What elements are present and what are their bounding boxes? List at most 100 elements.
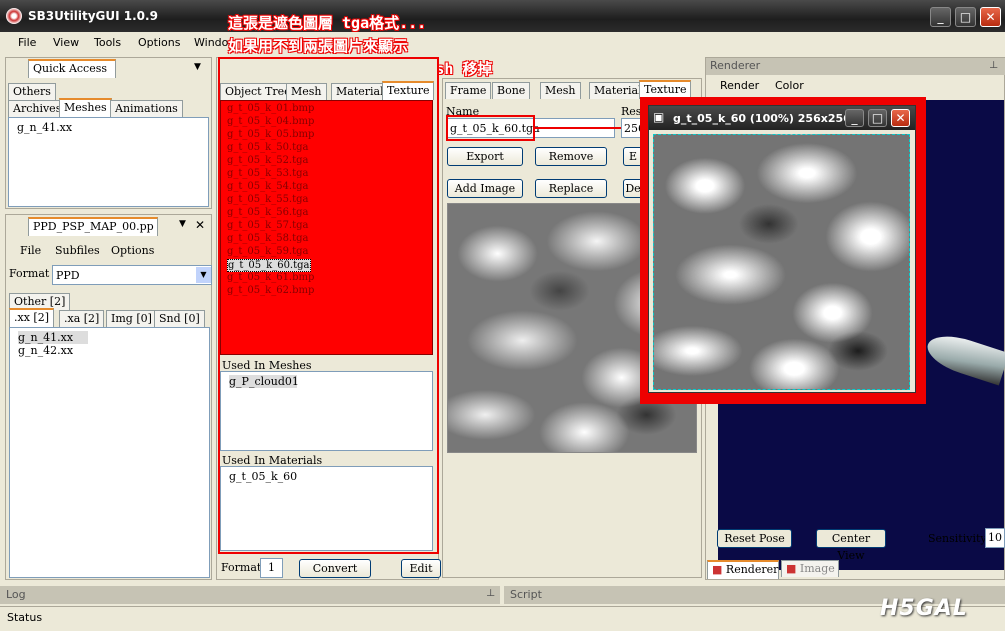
tab-material[interactable]: Material xyxy=(331,83,389,100)
status-bar: Status xyxy=(0,606,1005,631)
used-in-materials-list: g_t_05_k_60 xyxy=(220,466,433,551)
add-image-button[interactable]: Add Image xyxy=(447,179,523,198)
log-panel-title: Log xyxy=(0,586,500,604)
window-title: SB3UtilityGUI 1.0.9 xyxy=(28,9,158,23)
pp-menu-subfiles[interactable]: Subfiles xyxy=(55,244,100,257)
texture-list-item[interactable]: g_t_05_k_59.tga xyxy=(227,246,309,257)
menu-view[interactable]: View xyxy=(53,36,79,49)
texture-list-item[interactable]: g_t_05_k_58.tga xyxy=(227,233,309,244)
tab-material[interactable]: Material xyxy=(589,82,647,99)
texture-list-item[interactable]: g_t_05_k_60.tga xyxy=(227,259,311,272)
highlight-box xyxy=(446,115,535,141)
tab-mesh[interactable]: Mesh xyxy=(540,82,581,99)
tab-archives[interactable]: Archives xyxy=(8,100,67,117)
format-value: PPD xyxy=(56,269,80,282)
xx-file-list: g_n_41.xx g_n_42.xx xyxy=(9,327,210,578)
menu-window[interactable]: Windo xyxy=(194,36,228,49)
center-view-button[interactable]: Center View xyxy=(816,529,886,562)
list-item[interactable]: g_n_41.xx xyxy=(17,121,72,134)
watermark-logo: H5GAL xyxy=(880,596,968,621)
dropdown-icon[interactable]: ▼ xyxy=(179,219,186,229)
renderer-menu-render[interactable]: Render xyxy=(720,79,759,92)
texture-list-item[interactable]: g_t_05_k_54.tga xyxy=(227,181,309,192)
sensitivity-field[interactable]: 10 xyxy=(985,528,1005,548)
menu-bar: File View Tools Options Windo xyxy=(0,32,1005,54)
texture-list-item[interactable]: g_t_05_k_52.tga xyxy=(227,155,309,166)
image-tab-icon: ■ xyxy=(786,562,797,575)
tab-img[interactable]: Img [0] xyxy=(106,310,157,327)
editor-panel: Object Tree Mesh Material Texture g_t_05… xyxy=(216,57,441,580)
annotation-line-2: 如果用不到兩張圖片來顯示 xyxy=(228,37,409,55)
texture-list-item[interactable]: g_t_05_k_50.tga xyxy=(227,142,309,153)
tab-mesh[interactable]: Mesh xyxy=(286,83,327,100)
quick-access-tab[interactable]: Quick Access xyxy=(28,59,116,78)
tab-renderer-label: Renderer xyxy=(725,563,779,576)
list-item[interactable]: g_n_42.xx xyxy=(18,344,73,357)
meshes-list: g_n_41.xx xyxy=(8,117,209,207)
list-item[interactable]: g_t_05_k_60 xyxy=(229,470,297,483)
list-item[interactable]: g_P_cloud01 xyxy=(229,375,299,388)
texture-list-item[interactable]: g_t_05_k_56.tga xyxy=(227,207,309,218)
tab-snd[interactable]: Snd [0] xyxy=(154,310,205,327)
convert-format-field[interactable]: 1 xyxy=(260,558,283,578)
format-select[interactable]: PPD ▼ xyxy=(52,265,212,285)
dropdown-icon[interactable]: ▼ xyxy=(194,62,201,72)
close-icon[interactable]: ✕ xyxy=(195,218,205,232)
pin-icon[interactable]: ⊥ xyxy=(486,588,495,599)
texture-list: g_t_05_k_01.bmp g_t_05_k_04.bmp g_t_05_k_0… xyxy=(220,100,433,355)
tab-xx[interactable]: .xx [2] xyxy=(9,308,54,327)
texture-list-item[interactable]: g_t_05_k_62.bmp xyxy=(227,285,314,296)
chevron-down-icon[interactable]: ▼ xyxy=(196,267,211,283)
convert-button[interactable]: Convert xyxy=(299,559,371,578)
minimize-button[interactable]: _ xyxy=(930,7,951,27)
tab-object-tree[interactable]: Object Tree xyxy=(220,83,296,100)
pp-file-tab[interactable]: PPD_PSP_MAP_00.pp xyxy=(28,217,158,236)
format-label: Format xyxy=(9,267,50,280)
tab-bone[interactable]: Bone xyxy=(492,82,531,99)
menu-file[interactable]: File xyxy=(18,36,36,49)
texture-list-item[interactable]: g_t_05_k_04.bmp xyxy=(227,116,314,127)
texture-list-item[interactable]: g_t_05_k_53.tga xyxy=(227,168,309,179)
remove-button[interactable]: Remove xyxy=(535,147,607,166)
menu-tools[interactable]: Tools xyxy=(94,36,121,49)
menu-options[interactable]: Options xyxy=(138,36,180,49)
replace-button[interactable]: Replace xyxy=(535,179,607,198)
preview-close-button[interactable]: ✕ xyxy=(891,109,910,127)
tab-xa[interactable]: .xa [2] xyxy=(59,310,105,327)
list-item[interactable]: g_n_41.xx xyxy=(18,331,88,344)
used-in-meshes-list: g_P_cloud01 xyxy=(220,371,433,451)
close-button[interactable]: ✕ xyxy=(980,7,1001,27)
tab-texture[interactable]: Texture xyxy=(382,81,435,100)
preview-maximize-button[interactable]: □ xyxy=(868,109,887,127)
reset-pose-button[interactable]: Reset Pose xyxy=(717,529,792,548)
pin-icon[interactable]: ⊥ xyxy=(989,60,998,71)
texture-list-item[interactable]: g_t_05_k_01.bmp xyxy=(227,103,314,114)
convert-format-label: Format xyxy=(221,561,262,574)
export-button[interactable]: Export xyxy=(447,147,523,166)
pp-menu-options[interactable]: Options xyxy=(111,244,154,257)
tab-renderer[interactable]: ■ Renderer xyxy=(707,560,779,579)
tab-frame[interactable]: Frame xyxy=(445,82,492,99)
preview-titlebar: ▣ g_t_05_k_60 (100%) 256x256 _ □ ✕ xyxy=(649,106,915,130)
preview-texture-image xyxy=(653,134,910,390)
tab-meshes[interactable]: Meshes xyxy=(59,98,112,117)
tab-image[interactable]: ■ Image xyxy=(781,560,839,577)
preview-title: g_t_05_k_60 (100%) 256x256 xyxy=(673,112,851,125)
texture-list-item[interactable]: g_t_05_k_57.tga xyxy=(227,220,309,231)
tab-others[interactable]: Others xyxy=(8,83,56,100)
edit-button[interactable]: Edit xyxy=(401,559,441,578)
texture-list-item[interactable]: g_t_05_k_61.bmp xyxy=(227,272,314,283)
texture-list-item[interactable]: g_t_05_k_55.tga xyxy=(227,194,309,205)
renderer-menu-color[interactable]: Color xyxy=(775,79,804,92)
renderer-tab-icon: ■ xyxy=(712,563,723,576)
tab-animations[interactable]: Animations xyxy=(110,100,183,117)
preview-minimize-button[interactable]: _ xyxy=(845,109,864,127)
quick-access-panel: Quick Access ▼ Others Archives Meshes An… xyxy=(5,57,212,209)
pp-menu-file[interactable]: File xyxy=(20,244,41,257)
preview-window-icon: ▣ xyxy=(653,110,665,124)
pp-panel: PPD_PSP_MAP_00.pp ▼ ✕ File Subfiles Opti… xyxy=(5,214,212,580)
renderer-title: Renderer xyxy=(706,58,1005,75)
maximize-button[interactable]: □ xyxy=(955,7,976,27)
texture-list-item[interactable]: g_t_05_k_05.bmp xyxy=(227,129,314,140)
preview-highlight: ▣ g_t_05_k_60 (100%) 256x256 _ □ ✕ xyxy=(640,97,926,404)
